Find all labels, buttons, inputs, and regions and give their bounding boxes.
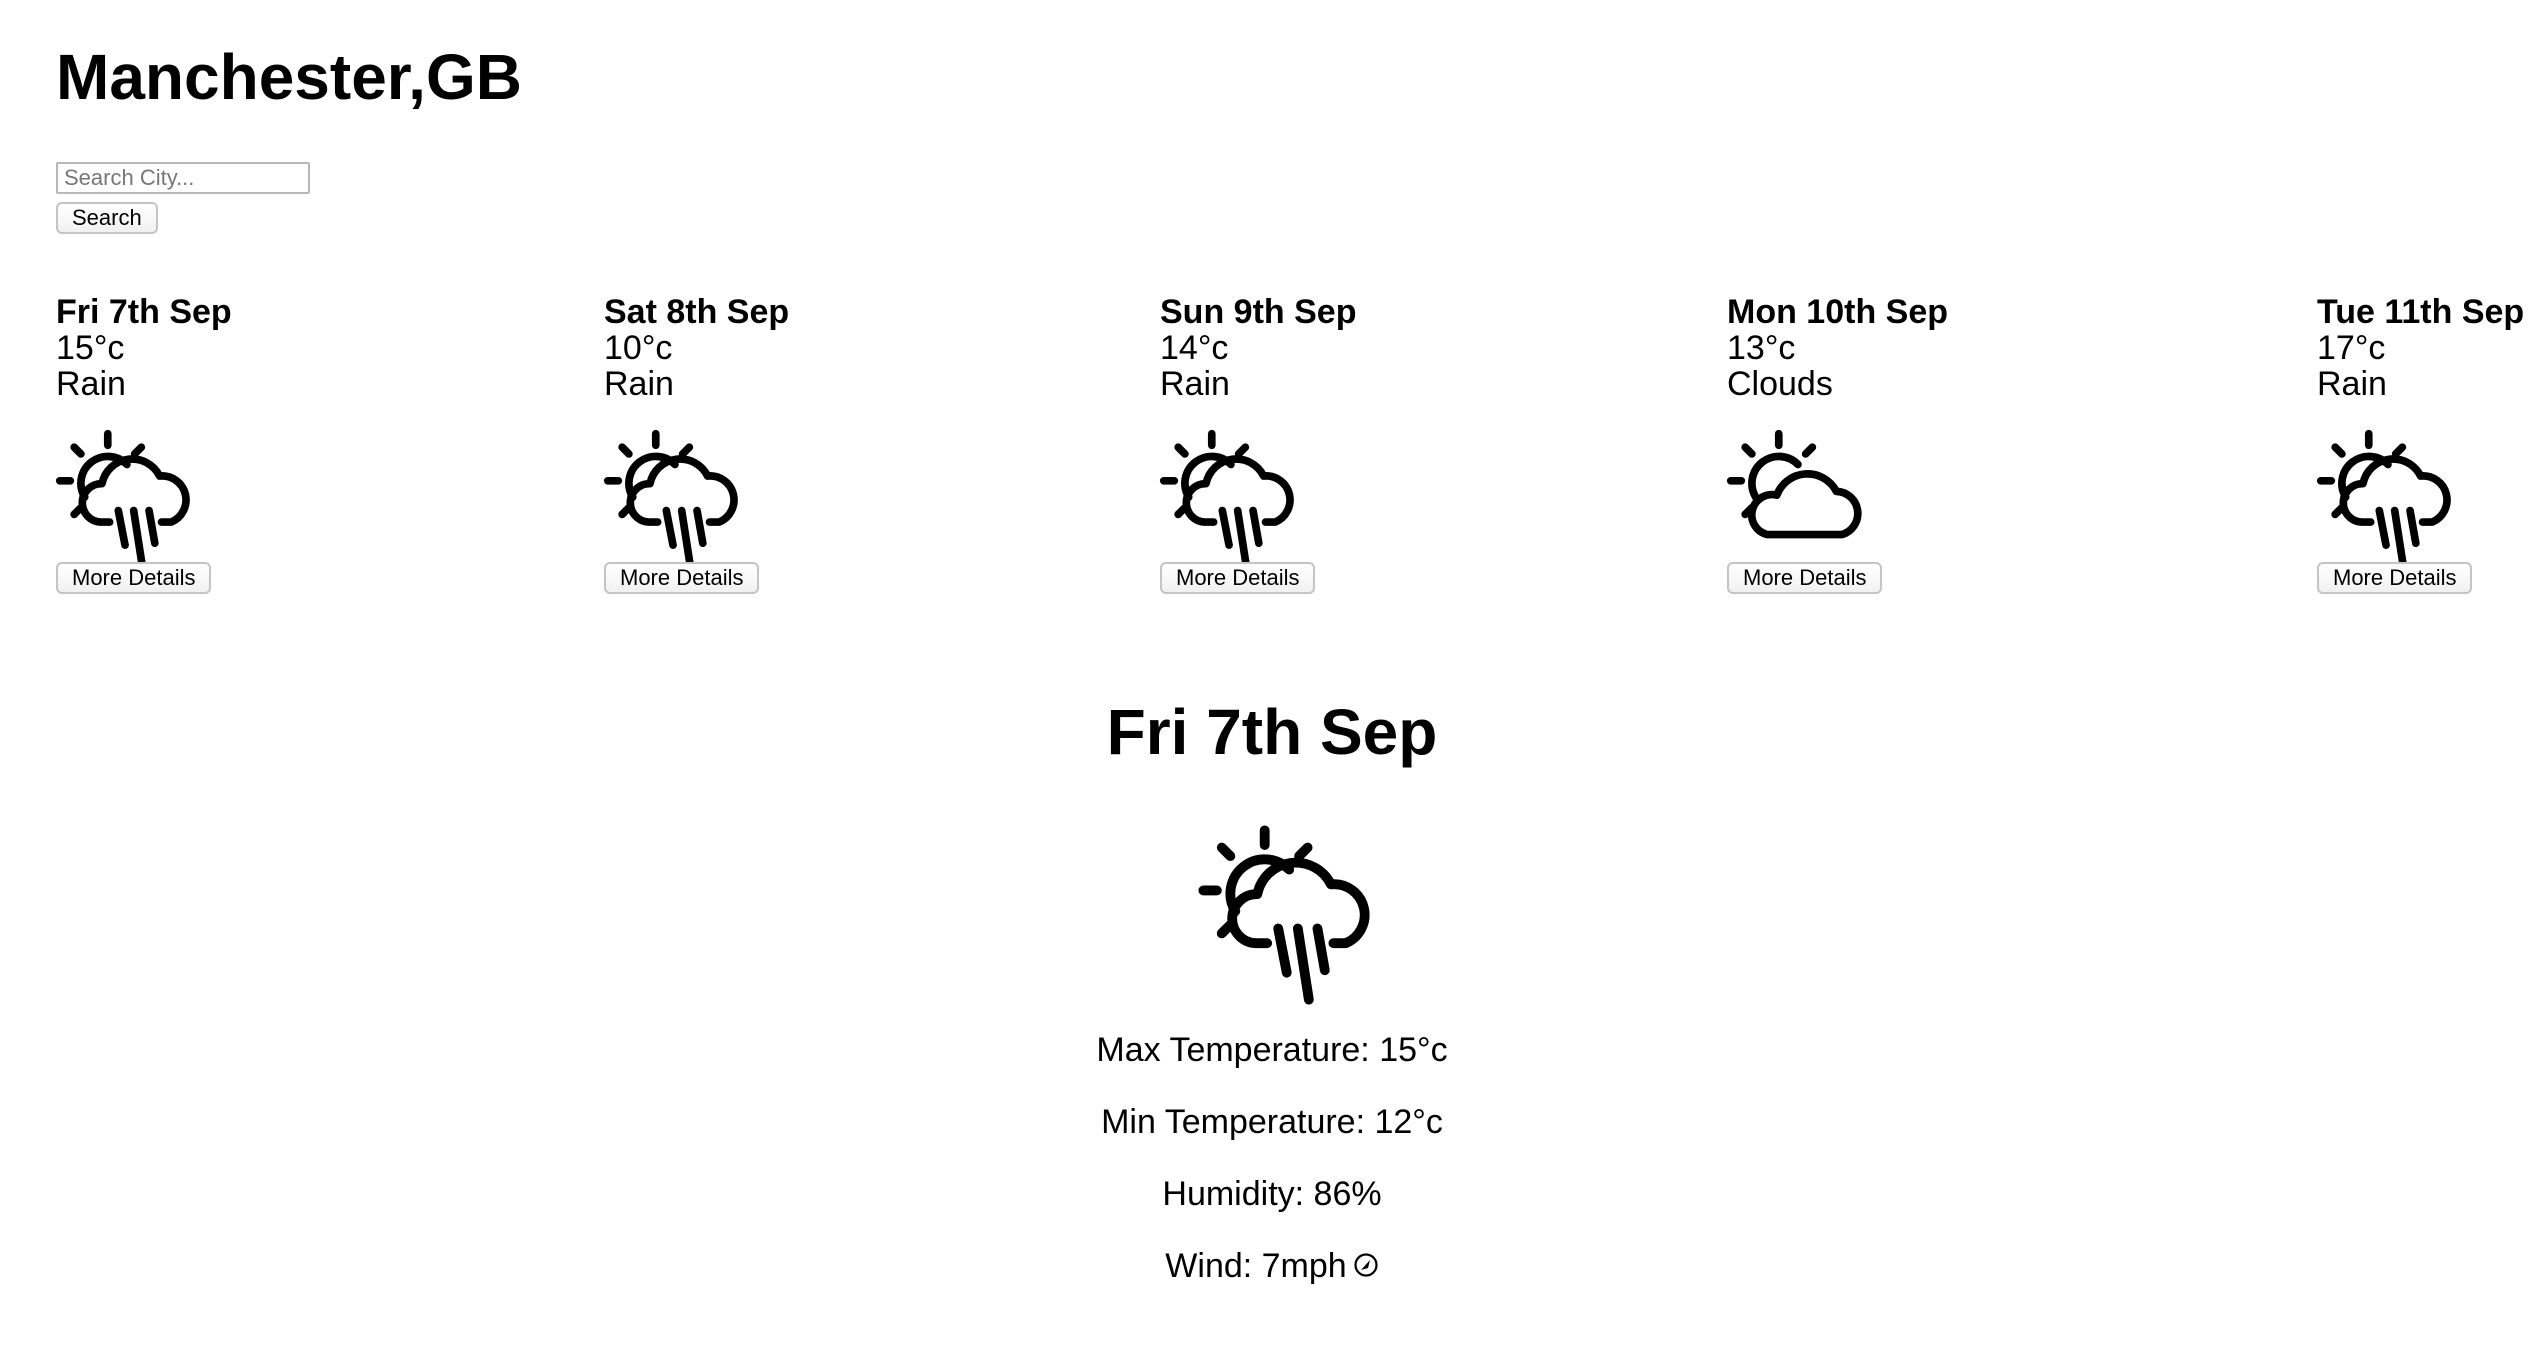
more-details-button[interactable]: More Details — [56, 562, 212, 594]
sun-cloud-rain-icon — [2315, 426, 2459, 574]
min-temperature: Min Temperature: 12°c — [1101, 1103, 1443, 1141]
forecast-day-condition: Rain — [604, 365, 674, 403]
sun-cloud-rain-icon — [54, 426, 198, 574]
search-input[interactable] — [56, 162, 310, 194]
forecast-day-name: Tue 11th Sep — [2317, 293, 2525, 331]
more-details-button[interactable]: More Details — [2317, 562, 2473, 594]
sun-cloud-rain-icon — [602, 426, 746, 574]
forecast-day-condition: Rain — [56, 365, 126, 403]
city-title: Manchester,GB — [56, 41, 522, 113]
forecast-day-condition: Rain — [1160, 365, 1230, 403]
forecast-day-card: Tue 11th Sep 17°c Rain More Details — [2317, 292, 2537, 602]
search-button[interactable]: Search — [56, 202, 158, 234]
sun-cloud-icon — [1725, 426, 1869, 574]
sun-cloud-rain-icon — [1158, 426, 1302, 574]
forecast-day-temp: 14°c — [1160, 329, 1229, 367]
forecast-day-condition: Clouds — [1727, 365, 1833, 403]
more-details-button[interactable]: More Details — [604, 562, 760, 594]
forecast-day-card: Sat 8th Sep 10°c Rain More Details — [604, 292, 964, 602]
forecast-day-name: Sun 9th Sep — [1160, 293, 1357, 331]
forecast-day-name: Sat 8th Sep — [604, 293, 790, 331]
sun-cloud-rain-icon — [1196, 820, 1380, 1010]
forecast-day-card: Fri 7th Sep 15°c Rain More Details — [56, 292, 416, 602]
forecast-day-temp: 10°c — [604, 329, 673, 367]
max-temperature: Max Temperature: 15°c — [1096, 1031, 1448, 1069]
forecast-day-condition: Rain — [2317, 365, 2387, 403]
forecast-day-card: Sun 9th Sep 14°c Rain More Details — [1160, 292, 1520, 602]
more-details-button[interactable]: More Details — [1727, 562, 1883, 594]
wind-speed: Wind: 7mph — [1165, 1247, 1347, 1285]
wind-row: Wind: 7mph — [0, 1246, 2544, 1286]
detail-day-title: Fri 7th Sep — [1106, 696, 1438, 768]
wind-direction-icon — [1354, 1253, 1378, 1277]
forecast-day-temp: 17°c — [2317, 329, 2386, 367]
forecast-day-name: Mon 10th Sep — [1727, 293, 1949, 331]
forecast-day-temp: 15°c — [56, 329, 125, 367]
humidity: Humidity: 86% — [1162, 1175, 1382, 1213]
more-details-button[interactable]: More Details — [1160, 562, 1316, 594]
forecast-day-name: Fri 7th Sep — [56, 293, 232, 331]
forecast-day-card: Mon 10th Sep 13°c Clouds More Details — [1727, 292, 2087, 602]
forecast-day-temp: 13°c — [1727, 329, 1796, 367]
